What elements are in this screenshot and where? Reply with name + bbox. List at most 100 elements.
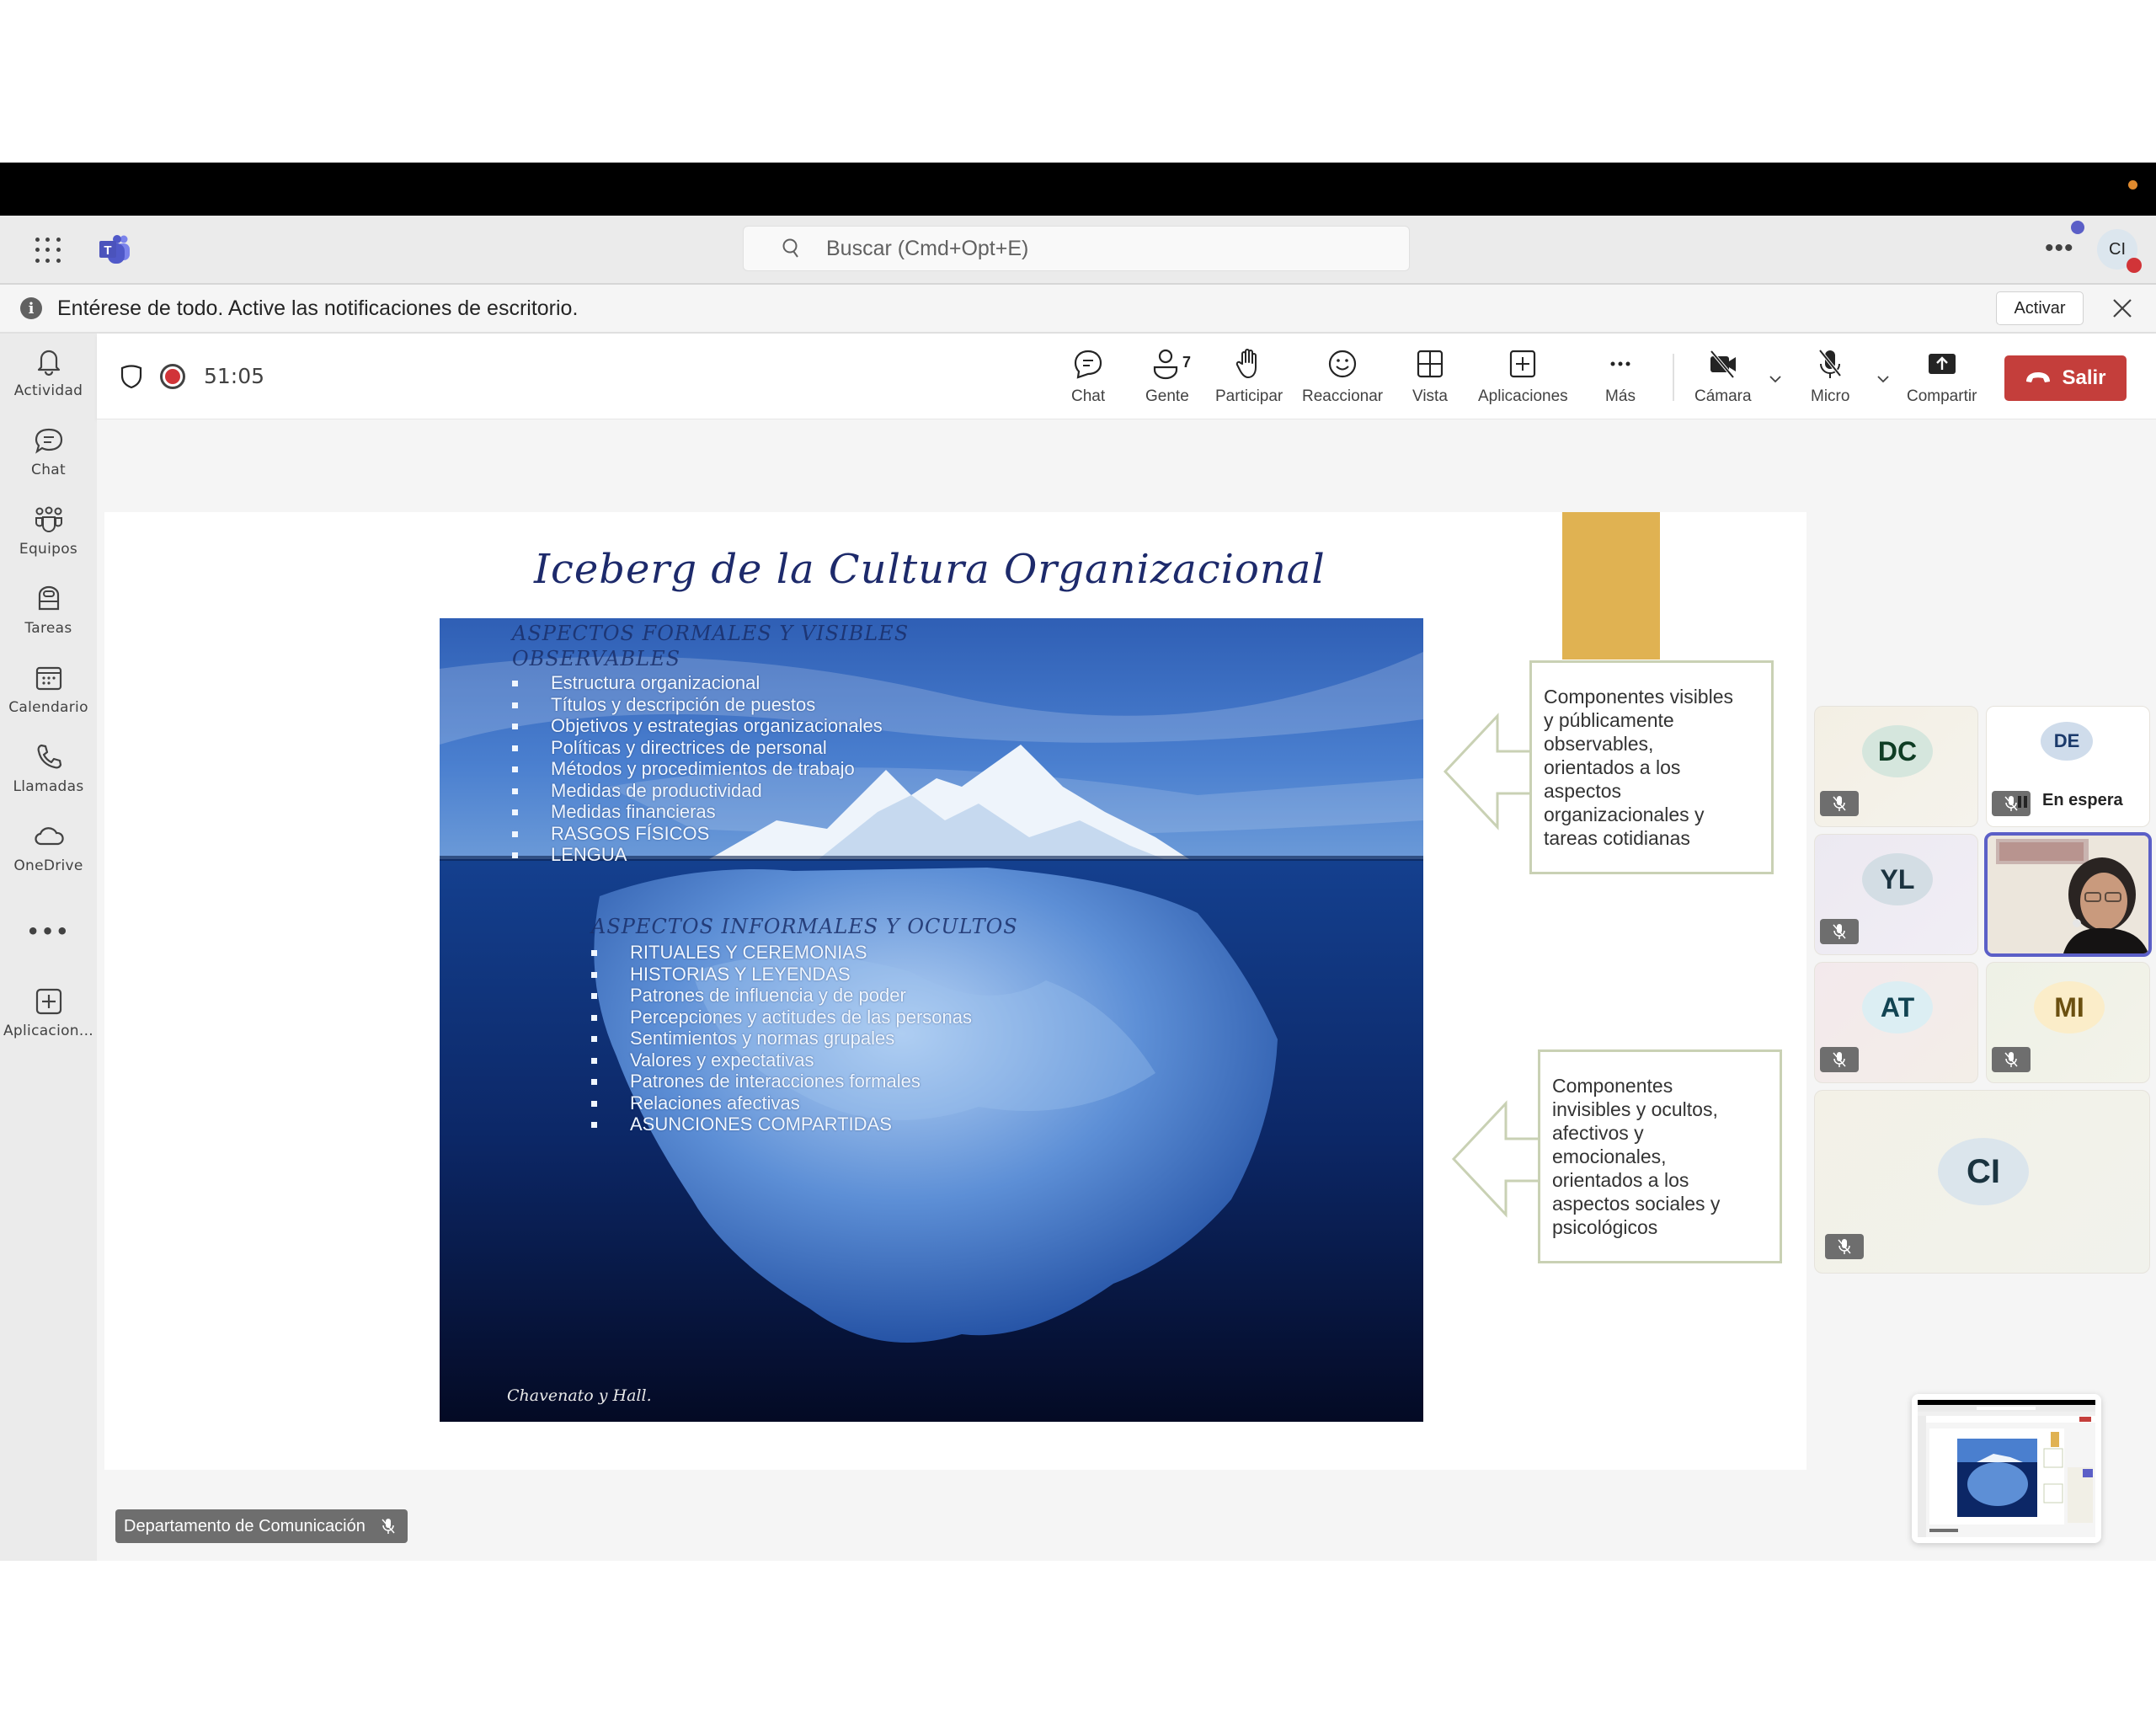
mic-off-icon	[2004, 1052, 2018, 1067]
screen-preview-image	[1918, 1400, 2095, 1537]
list-item: Objetivos y estrategias organizacionales	[512, 715, 883, 737]
hang-up-icon	[2026, 372, 2051, 382]
shield-icon[interactable]	[120, 364, 143, 389]
participant-tile-video-active-speaker[interactable]	[1984, 832, 2152, 957]
participant-tile-at[interactable]: AT	[1814, 962, 1978, 1083]
search-input[interactable]	[826, 236, 1331, 261]
raise-hand-icon	[1235, 349, 1257, 378]
list-item: Títulos y descripción de puestos	[512, 694, 883, 716]
calendar-icon	[35, 666, 61, 691]
slide-credit: Chavenato y Hall.	[507, 1386, 652, 1405]
people-count: 7	[1182, 354, 1192, 371]
presence-status-dot	[2127, 258, 2142, 273]
rail-item-calls[interactable]: Llamadas	[0, 741, 97, 795]
toolbar-chat-button[interactable]: Chat	[1071, 347, 1105, 406]
list-item: LENGUA	[512, 844, 883, 866]
settings-more-button[interactable]: •••	[2045, 234, 2074, 263]
notification-message: Entérese de todo. Active las notificacio…	[57, 296, 579, 320]
user-avatar-initials: CI	[2109, 239, 2126, 259]
toolbar-apps-button[interactable]: Aplicaciones	[1478, 347, 1568, 406]
search-box[interactable]	[743, 226, 1410, 271]
callout-line: psicológicos	[1552, 1216, 1658, 1238]
slide-accent-bar	[1562, 512, 1660, 660]
search-icon	[782, 238, 798, 258]
arrow-left-icon	[1443, 713, 1543, 830]
rail-item-activity[interactable]: Actividad	[0, 345, 97, 399]
participant-tile-de[interactable]: DE En espera	[1986, 706, 2150, 827]
rail-item-calendar[interactable]: Calendario	[0, 662, 97, 716]
chat-icon	[1074, 350, 1102, 379]
hidden-aspects-list: RITUALES Y CEREMONIAS HISTORIAS Y LEYEND…	[591, 942, 972, 1135]
toolbar-more-button[interactable]: Más	[1604, 347, 1637, 406]
muted-badge	[1820, 791, 1859, 816]
rail-item-tasks[interactable]: Tareas	[0, 583, 97, 637]
list-item: RITUALES Y CEREMONIAS	[591, 942, 972, 964]
list-item: Valores y expectativas	[591, 1049, 972, 1071]
leave-button[interactable]: Salir	[2004, 355, 2127, 401]
avatar: AT	[1862, 981, 1933, 1033]
more-icon	[1610, 361, 1630, 366]
participant-tile-dc[interactable]: DC	[1814, 706, 1978, 827]
list-item: Medidas financieras	[512, 801, 883, 823]
callout-visible-components: Componentes visibles y públicamente obse…	[1529, 660, 1774, 874]
callout-line: orientados a los	[1552, 1169, 1689, 1191]
mic-off-icon	[1833, 1052, 1846, 1067]
info-icon: i	[20, 297, 42, 319]
avatar: YL	[1862, 853, 1933, 905]
list-item: RASGOS FÍSICOS	[512, 823, 883, 845]
toolbar-people-button[interactable]: 7 Gente	[1145, 347, 1192, 406]
participant-tile-mi[interactable]: MI	[1986, 962, 2150, 1083]
avatar: DC	[1862, 725, 1933, 777]
list-item: Medidas de productividad	[512, 780, 883, 802]
toolbar-view-button[interactable]: Vista	[1412, 347, 1448, 406]
share-preview-thumbnail[interactable]	[1912, 1394, 2101, 1543]
avatar: MI	[2034, 981, 2105, 1033]
enable-notifications-button[interactable]: Activar	[1996, 291, 2084, 325]
toolbar-camera-button[interactable]: Cámara	[1694, 347, 1752, 406]
callout-line: invisibles y ocultos,	[1552, 1098, 1718, 1120]
pause-icon	[2018, 796, 2027, 808]
rail-item-onedrive[interactable]: OneDrive	[0, 820, 97, 874]
visible-section-heading-2: OBSERVABLES	[512, 647, 681, 670]
participant-tile-ci[interactable]: CI	[1814, 1090, 2150, 1274]
muted-badge	[1992, 1047, 2031, 1072]
toolbar-raise-hand-button[interactable]: Participar	[1215, 347, 1283, 406]
svg-text:T: T	[104, 243, 111, 258]
rail-item-apps[interactable]: Aplicacion...	[0, 985, 97, 1039]
rail-item-chat[interactable]: Chat	[0, 425, 97, 478]
callout-line: Componentes	[1552, 1075, 1673, 1097]
visible-aspects-list: Estructura organizacional Títulos y desc…	[512, 672, 883, 866]
rail-item-teams[interactable]: Equipos	[0, 504, 97, 558]
on-hold-status: En espera	[2042, 791, 2123, 809]
camera-options-chevron-icon[interactable]	[1767, 371, 1784, 387]
avatar: DE	[2041, 722, 2093, 761]
list-item: Métodos y procedimientos de trabajo	[512, 758, 883, 780]
list-item: Percepciones y actitudes de las personas	[591, 1007, 972, 1028]
callout-line: emocionales,	[1552, 1146, 1667, 1167]
close-icon[interactable]	[2111, 296, 2134, 320]
rail-item-more[interactable]: •••	[0, 915, 97, 943]
callout-line: y públicamente	[1544, 709, 1674, 731]
avatar: CI	[1938, 1138, 2029, 1205]
list-item: Estructura organizacional	[512, 672, 883, 694]
participant-tile-yl[interactable]: YL	[1814, 834, 1978, 955]
mic-off-icon	[1833, 924, 1846, 939]
mic-options-chevron-icon[interactable]	[1875, 371, 1892, 387]
toolbar-mic-button[interactable]: Micro	[1811, 347, 1849, 406]
list-item: ASUNCIONES COMPARTIDAS	[591, 1114, 972, 1135]
teams-logo-icon: T	[99, 235, 130, 264]
toolbar-react-button[interactable]: Reaccionar	[1302, 347, 1383, 406]
muted-badge	[1820, 1047, 1859, 1072]
user-avatar[interactable]: CI	[2097, 229, 2142, 273]
app-launcher-icon[interactable]	[34, 236, 62, 264]
share-icon	[1928, 354, 1956, 374]
callout-line: tareas cotidianas	[1544, 827, 1690, 849]
toolbar-share-button[interactable]: Compartir	[1907, 347, 1977, 406]
list-item: Relaciones afectivas	[591, 1092, 972, 1114]
mic-off-icon	[1833, 796, 1846, 811]
cloud-icon	[34, 827, 64, 846]
camera-off-icon	[1710, 350, 1736, 379]
callout-line: observables,	[1544, 733, 1654, 755]
hidden-section-heading: ASPECTOS INFORMALES Y OCULTOS	[591, 915, 1018, 938]
slide-title: Iceberg de la Cultura Organizacional	[534, 546, 1326, 593]
